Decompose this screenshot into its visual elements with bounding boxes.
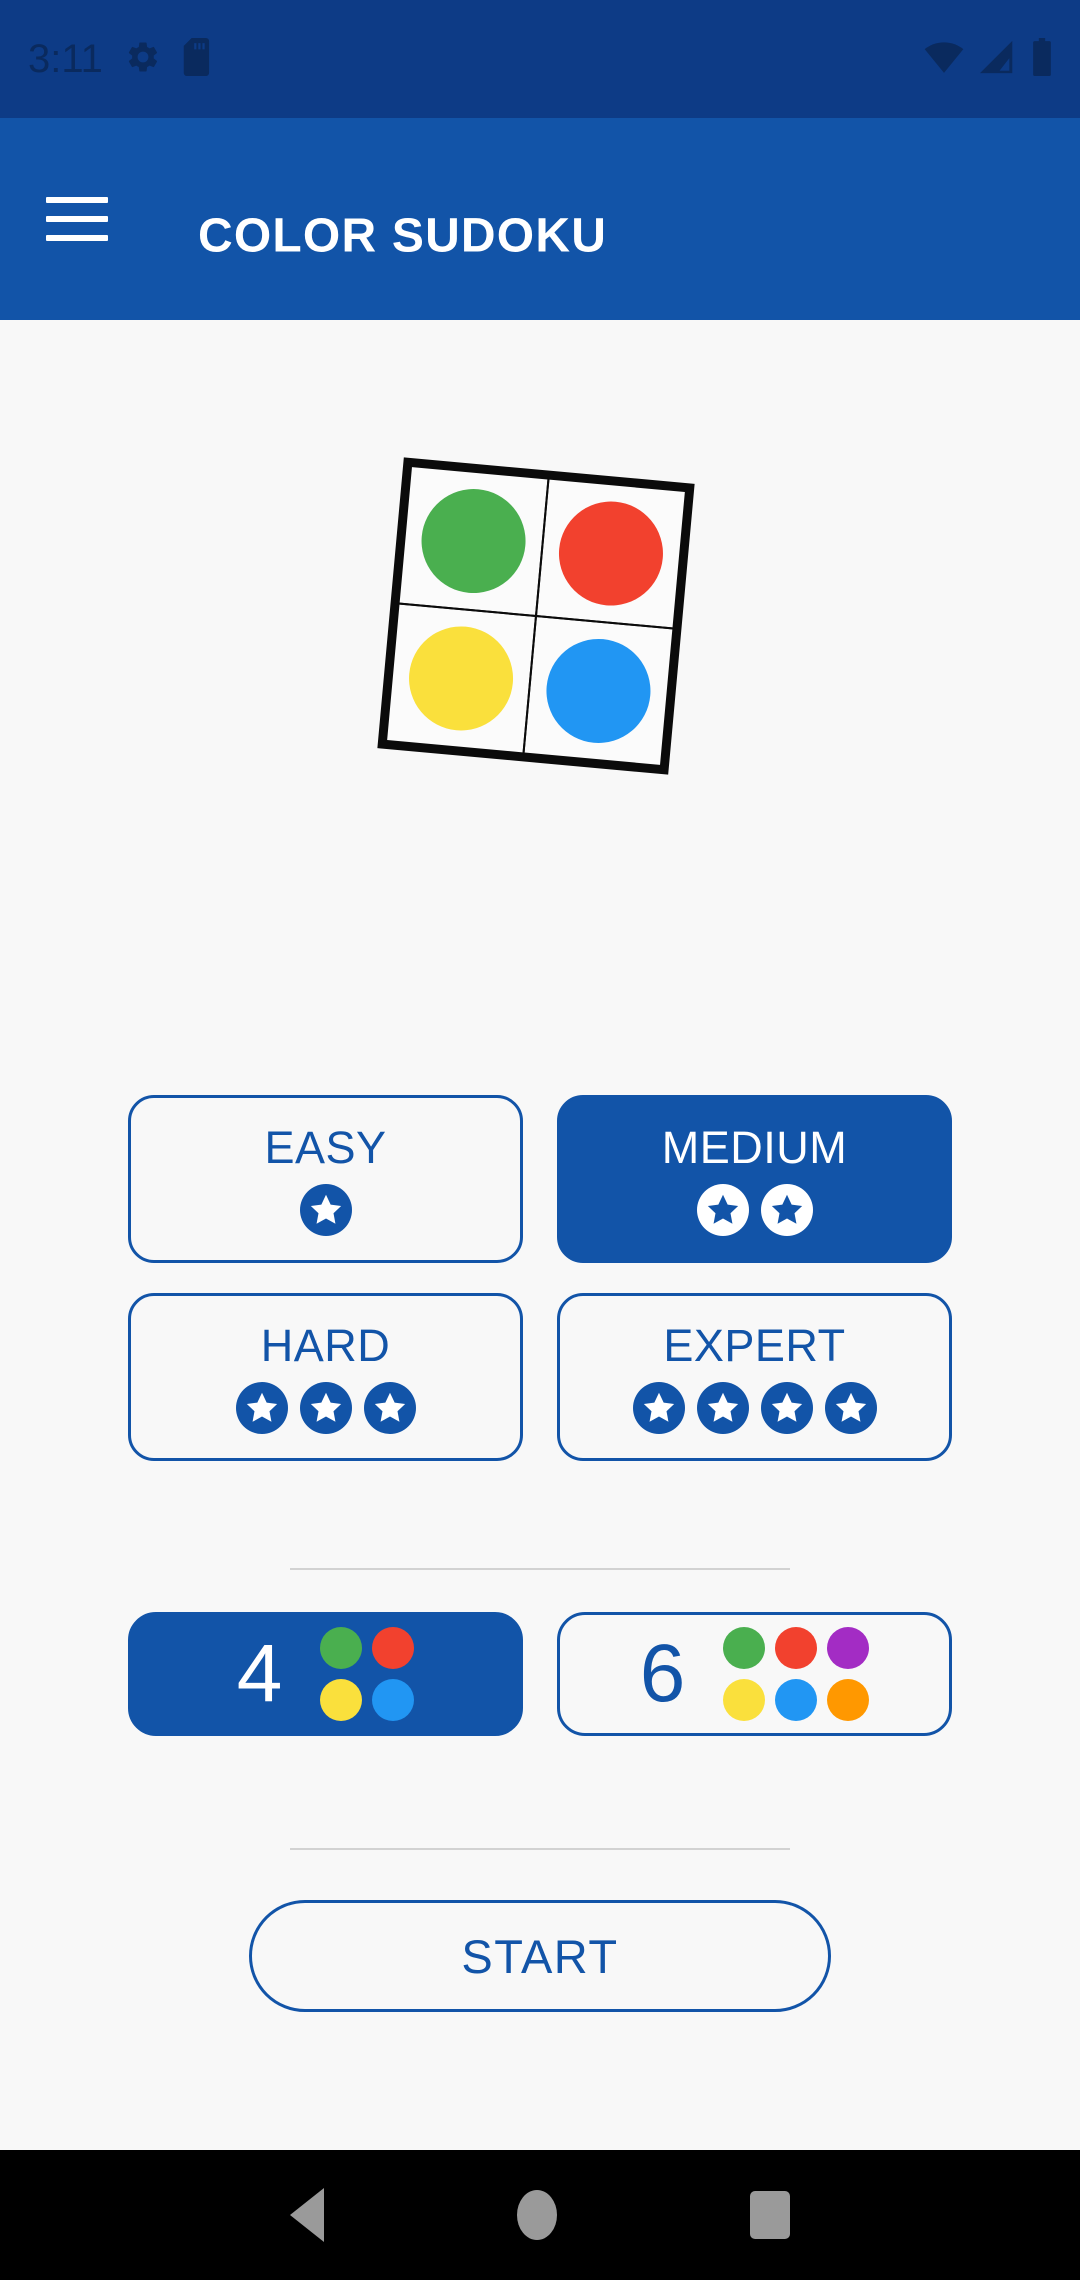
difficulty-stars	[235, 1382, 416, 1434]
back-icon[interactable]	[290, 2188, 325, 2242]
color-sudoku-logo	[377, 457, 695, 775]
logo-dot-green	[417, 484, 531, 598]
color-swatch	[723, 1679, 766, 1721]
logo-cell	[534, 477, 688, 630]
difficulty-stars	[299, 1184, 352, 1236]
logo-dot-yellow	[404, 621, 518, 735]
size-option-number: 4	[236, 1628, 283, 1719]
divider	[290, 1848, 790, 1850]
size-option-6-button[interactable]: 6	[557, 1612, 952, 1736]
logo-cell	[397, 464, 550, 618]
difficulty-stars	[632, 1382, 877, 1434]
star-icon	[824, 1382, 877, 1434]
app-bar: COLOR SUDOKU	[0, 118, 1080, 320]
app-screen: 3:11 COLOR SUDOKU EASY MEDIUM HARD EXPER…	[0, 0, 1080, 2280]
size-option-number: 6	[639, 1628, 686, 1719]
size-option-4-button[interactable]: 4	[128, 1612, 523, 1736]
page-title: COLOR SUDOKU	[198, 209, 608, 263]
start-button-label: START	[461, 1929, 619, 1983]
color-swatch	[320, 1627, 363, 1669]
cellular-signal-icon	[978, 40, 1016, 79]
difficulty-easy-button[interactable]: EASY	[128, 1095, 523, 1263]
logo-cell	[384, 602, 538, 755]
star-icon	[696, 1184, 749, 1236]
home-icon[interactable]	[516, 2190, 557, 2240]
star-icon	[696, 1382, 749, 1434]
difficulty-label: HARD	[260, 1320, 391, 1371]
star-icon	[235, 1382, 288, 1434]
gear-icon	[125, 39, 161, 80]
difficulty-hard-button[interactable]: HARD	[128, 1293, 523, 1461]
difficulty-selector: EASY MEDIUM HARD EXPERT	[128, 1095, 952, 1461]
status-bar: 3:11	[0, 0, 1080, 118]
color-swatch	[775, 1679, 818, 1721]
color-swatch	[723, 1627, 766, 1669]
star-icon	[363, 1382, 416, 1434]
divider	[290, 1568, 790, 1570]
difficulty-stars	[696, 1184, 813, 1236]
status-bar-left: 3:11	[28, 0, 213, 118]
start-button[interactable]: START	[249, 1900, 831, 2012]
color-swatch	[827, 1679, 870, 1721]
size-option-swatches	[320, 1627, 415, 1721]
star-icon	[760, 1184, 813, 1236]
difficulty-expert-button[interactable]: EXPERT	[557, 1293, 952, 1461]
logo-dot-red	[554, 497, 668, 611]
color-swatch	[827, 1627, 870, 1669]
size-option-swatches	[723, 1627, 870, 1721]
logo-cell	[522, 614, 675, 768]
wifi-icon	[924, 40, 964, 79]
sd-card-icon	[183, 37, 213, 81]
difficulty-label: EXPERT	[663, 1320, 846, 1371]
difficulty-label: MEDIUM	[661, 1122, 848, 1173]
status-bar-clock: 3:11	[28, 37, 103, 81]
size-selector: 46	[128, 1612, 952, 1736]
star-icon	[760, 1382, 813, 1434]
star-icon	[632, 1382, 685, 1434]
logo-dot-blue	[541, 634, 655, 748]
difficulty-medium-button[interactable]: MEDIUM	[557, 1095, 952, 1263]
status-bar-right	[924, 0, 1054, 118]
color-swatch	[372, 1679, 415, 1721]
android-navigation-bar	[0, 2150, 1080, 2280]
color-swatch	[320, 1679, 363, 1721]
star-icon	[299, 1184, 352, 1236]
main-content: EASY MEDIUM HARD EXPERT 46 START	[0, 320, 1080, 2150]
logo-container	[377, 457, 695, 775]
difficulty-label: EASY	[264, 1122, 387, 1173]
color-swatch	[372, 1627, 415, 1669]
recents-icon[interactable]	[749, 2191, 790, 2239]
star-icon	[299, 1382, 352, 1434]
color-swatch	[775, 1627, 818, 1669]
hamburger-menu-icon[interactable]	[46, 184, 118, 254]
battery-icon	[1030, 37, 1054, 81]
